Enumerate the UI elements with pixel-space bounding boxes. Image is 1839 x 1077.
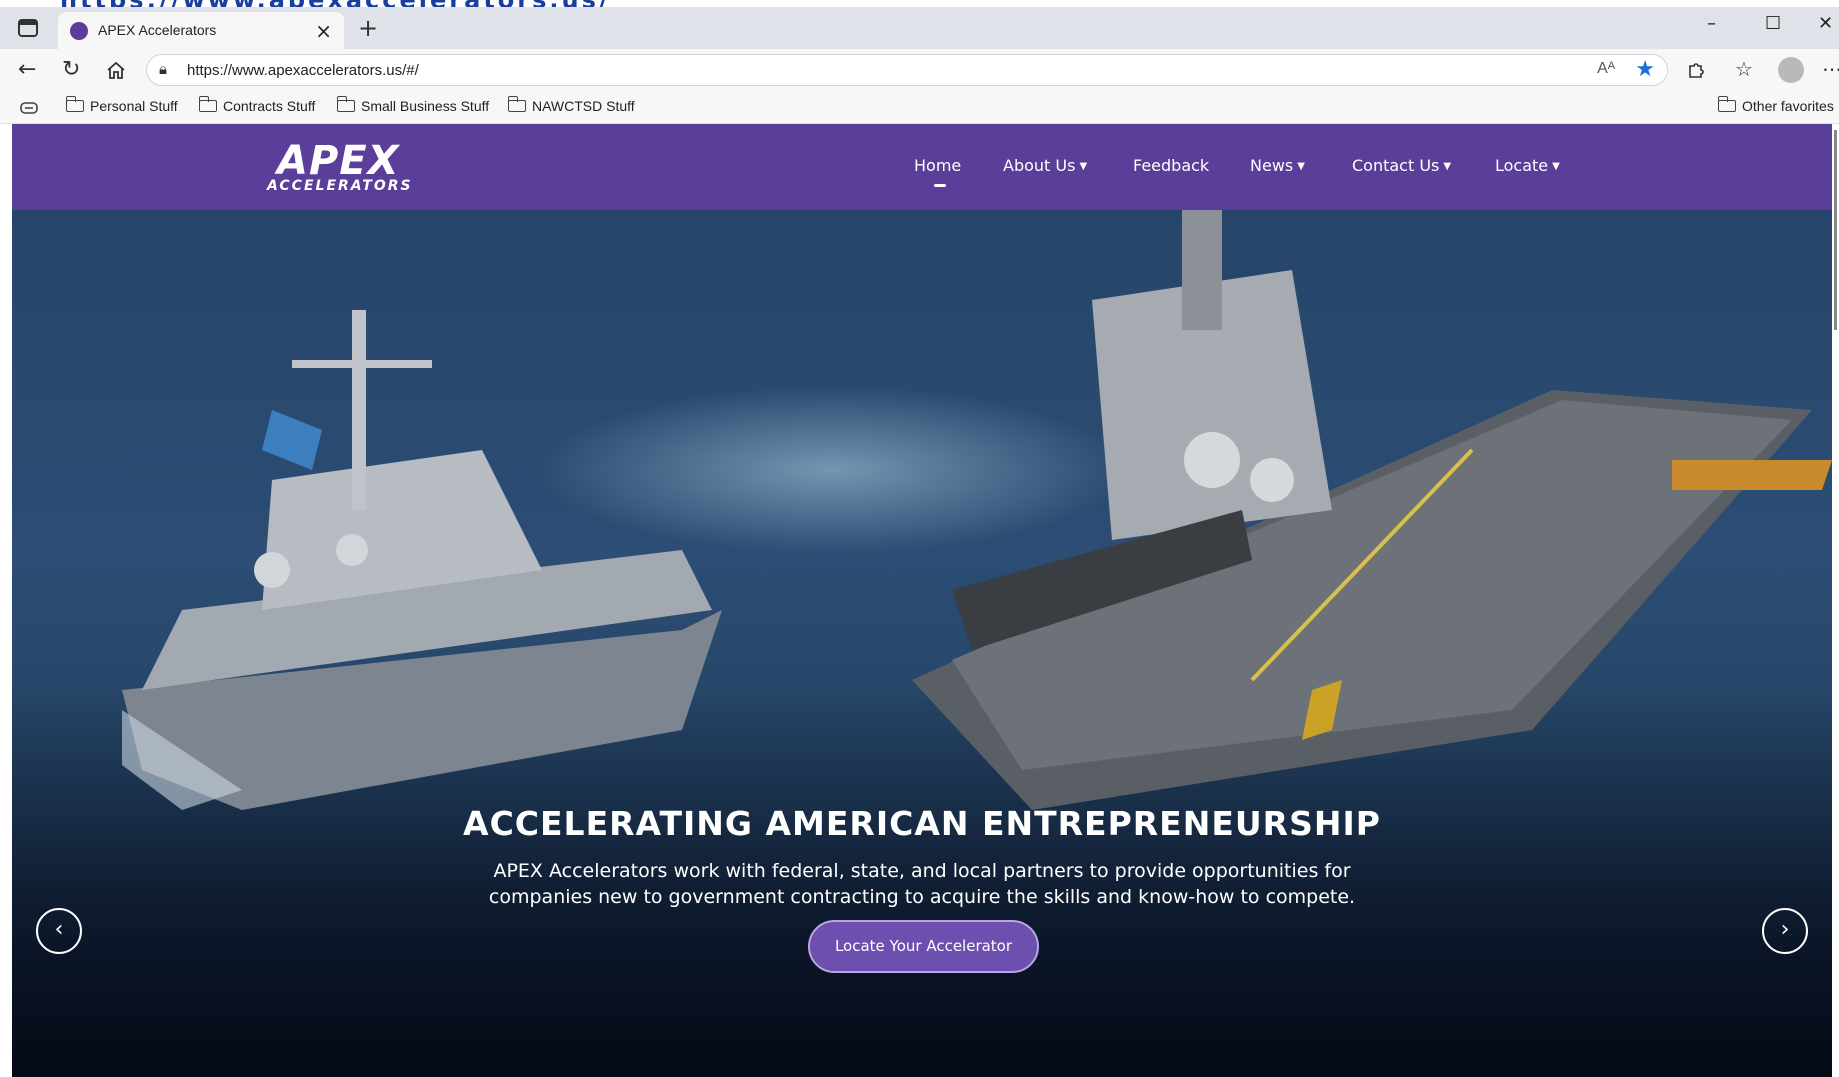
nav-about-us[interactable]: About Us ▼ [1003,156,1087,175]
caret-down-icon: ▼ [1079,161,1088,172]
read-aloud-icon[interactable]: Aᴬ [1597,60,1615,78]
site-navbar: APEX ACCELERATORS Home About Us ▼ Feedbac… [12,124,1832,210]
favorite-folder[interactable]: NAWCTSD Stuff [507,96,635,114]
hero-carousel: ACCELERATING AMERICAN ENTREPRENEURSHIP A… [12,210,1832,1077]
folder-icon [1717,96,1736,112]
active-nav-indicator [934,184,946,187]
star-icon[interactable]: ★ [1635,57,1655,82]
favorites-bar: Personal Stuff Contracts Stuff Small Bus… [0,91,1839,124]
more-icon[interactable]: ⋯ [1822,57,1839,81]
logo-accelerators-text: ACCELERATORS [267,178,413,194]
lock-icon[interactable]: 🔒︎ [159,60,167,78]
nav-news[interactable]: News ▼ [1250,156,1305,175]
locate-accelerator-button[interactable]: Locate Your Accelerator [808,920,1039,973]
close-window-icon[interactable]: ✕ [1818,13,1833,34]
tab-title: APEX Accelerators [98,22,217,38]
carousel-next-icon[interactable]: › [1762,908,1808,954]
new-tab-icon[interactable]: + [358,14,378,42]
caret-down-icon: ▼ [1297,161,1305,172]
folder-icon [507,96,526,112]
clipped-header-text: https://www.apexaccelerators.us/ [0,0,1839,7]
back-arrow-icon[interactable]: ← [18,57,36,82]
folder-icon [198,96,217,112]
amphibious-carrier-image [912,210,1832,810]
caret-down-icon: ▼ [1443,161,1452,172]
extensions-icon[interactable] [1686,60,1706,80]
nav-locate[interactable]: Locate ▼ [1495,156,1560,175]
favorites-list-icon[interactable]: ☆ [1735,57,1753,81]
browser-tab-strip: APEX Accelerators × + – ☐ ✕ [0,7,1839,49]
nav-home[interactable]: Home [914,156,961,175]
hero-description: APEX Accelerators work with federal, sta… [488,860,1356,908]
home-icon[interactable] [106,60,126,80]
folder-icon [65,96,84,112]
nav-contact-us[interactable]: Contact Us ▼ [1352,156,1451,175]
favorite-folder[interactable]: Contracts Stuff [198,96,315,114]
close-tab-icon[interactable]: × [315,19,332,43]
site-favicon-icon [70,22,88,40]
page-viewport: APEX ACCELERATORS Home About Us ▼ Feedbac… [12,124,1832,1077]
browser-tab[interactable]: APEX Accelerators × [58,12,344,49]
refresh-icon[interactable]: ↻ [62,57,80,82]
nav-feedback[interactable]: Feedback [1133,156,1209,175]
caret-down-icon: ▼ [1552,161,1560,172]
profile-icon[interactable] [1778,57,1804,83]
hero-title: ACCELERATING AMERICAN ENTREPRENEURSHIP [463,804,1381,843]
page-scrollbar[interactable] [1834,130,1837,330]
other-favorites-folder[interactable]: Other favorites [1717,96,1834,114]
carousel-prev-icon[interactable]: ‹ [36,908,82,954]
favorite-folder[interactable]: Personal Stuff [65,96,178,114]
browser-toolbar: ← ↻ 🔒︎ https://www.apexaccelerators.us/#… [0,49,1839,91]
reading-list-icon[interactable] [20,101,38,115]
apex-logo[interactable]: APEX ACCELERATORS [267,138,447,194]
maximize-icon[interactable]: ☐ [1765,13,1781,34]
tab-actions-icon[interactable] [18,19,38,37]
address-bar[interactable]: 🔒︎ https://www.apexaccelerators.us/#/ Aᴬ… [146,54,1668,86]
folder-icon [336,96,355,112]
minimize-icon[interactable]: – [1707,13,1716,34]
destroyer-ship-image [122,310,722,810]
url-text[interactable]: https://www.apexaccelerators.us/#/ [187,62,419,79]
favorite-folder[interactable]: Small Business Stuff [336,96,489,114]
